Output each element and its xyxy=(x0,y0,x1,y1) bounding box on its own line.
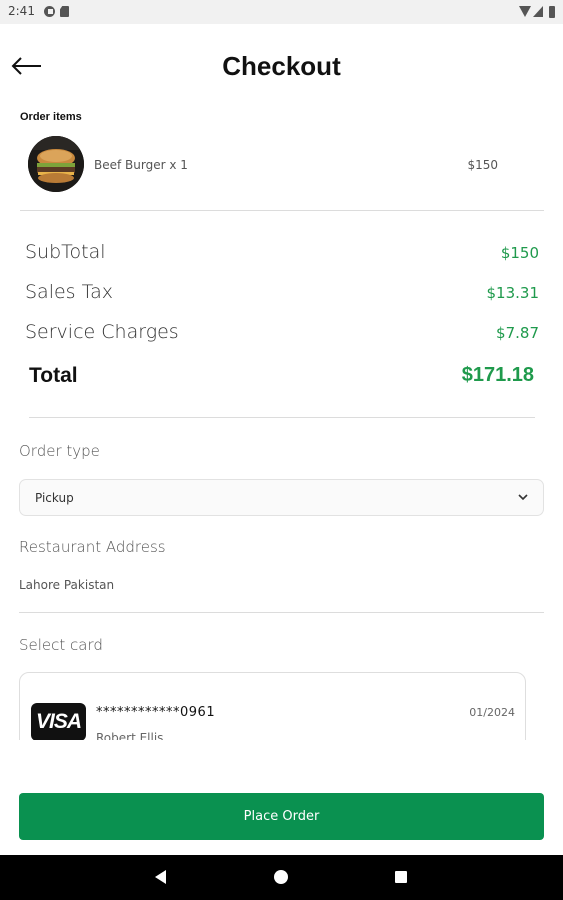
divider xyxy=(19,612,544,613)
item-name: Beef Burger x 1 xyxy=(94,158,188,172)
google-icon xyxy=(44,6,55,17)
item-price: $150 xyxy=(467,158,498,172)
battery-icon xyxy=(549,6,555,18)
app-header: Checkout xyxy=(0,24,563,108)
nav-back-icon[interactable] xyxy=(155,870,166,884)
card-number: ************0961 xyxy=(96,705,216,720)
order-items-label: Order items xyxy=(20,111,82,123)
order-type-value: Pickup xyxy=(35,491,74,505)
service-charges-value: $7.87 xyxy=(496,324,539,342)
total-label: Total xyxy=(29,364,78,387)
service-charges-row: Service Charges $7.87 xyxy=(25,321,539,351)
sales-tax-row: Sales Tax $13.31 xyxy=(25,281,539,311)
wifi-icon xyxy=(519,6,531,17)
nav-home-icon[interactable] xyxy=(274,870,288,884)
visa-logo: VISA xyxy=(31,703,86,740)
restaurant-address: Lahore Pakistan xyxy=(19,578,115,592)
order-item: Beef Burger x 1 $150 xyxy=(28,136,518,194)
select-card-label: Select card xyxy=(19,636,103,654)
payment-card[interactable]: VISA ************0961 Robert Ellis 01/20… xyxy=(19,672,526,740)
page-title: Checkout xyxy=(222,51,341,81)
nav-recents-icon[interactable] xyxy=(395,871,407,883)
place-order-button[interactable]: Place Order xyxy=(19,793,544,840)
divider xyxy=(20,210,544,211)
card-expiry: 01/2024 xyxy=(469,706,515,719)
sd-card-icon xyxy=(60,6,69,17)
total-value: $171.18 xyxy=(461,364,534,386)
service-charges-label: Service Charges xyxy=(25,321,179,343)
status-time: 2:41 xyxy=(8,4,35,18)
subtotal-label: SubTotal xyxy=(25,241,106,263)
card-list[interactable]: VISA ************0961 Robert Ellis 01/20… xyxy=(19,672,527,740)
subtotal-row: SubTotal $150 xyxy=(25,241,539,271)
chevron-down-icon xyxy=(518,494,528,501)
card-holder: Robert Ellis xyxy=(96,731,164,740)
status-bar: 2:41 xyxy=(0,0,563,24)
burger-image xyxy=(28,136,84,192)
sales-tax-label: Sales Tax xyxy=(25,281,113,303)
restaurant-address-label: Restaurant Address xyxy=(19,538,166,556)
order-type-select[interactable]: Pickup xyxy=(19,479,544,516)
navigation-bar xyxy=(0,855,563,900)
signal-icon xyxy=(533,6,543,17)
subtotal-value: $150 xyxy=(500,244,539,262)
divider xyxy=(29,417,535,418)
order-type-label: Order type xyxy=(19,442,100,460)
sales-tax-value: $13.31 xyxy=(486,284,540,302)
